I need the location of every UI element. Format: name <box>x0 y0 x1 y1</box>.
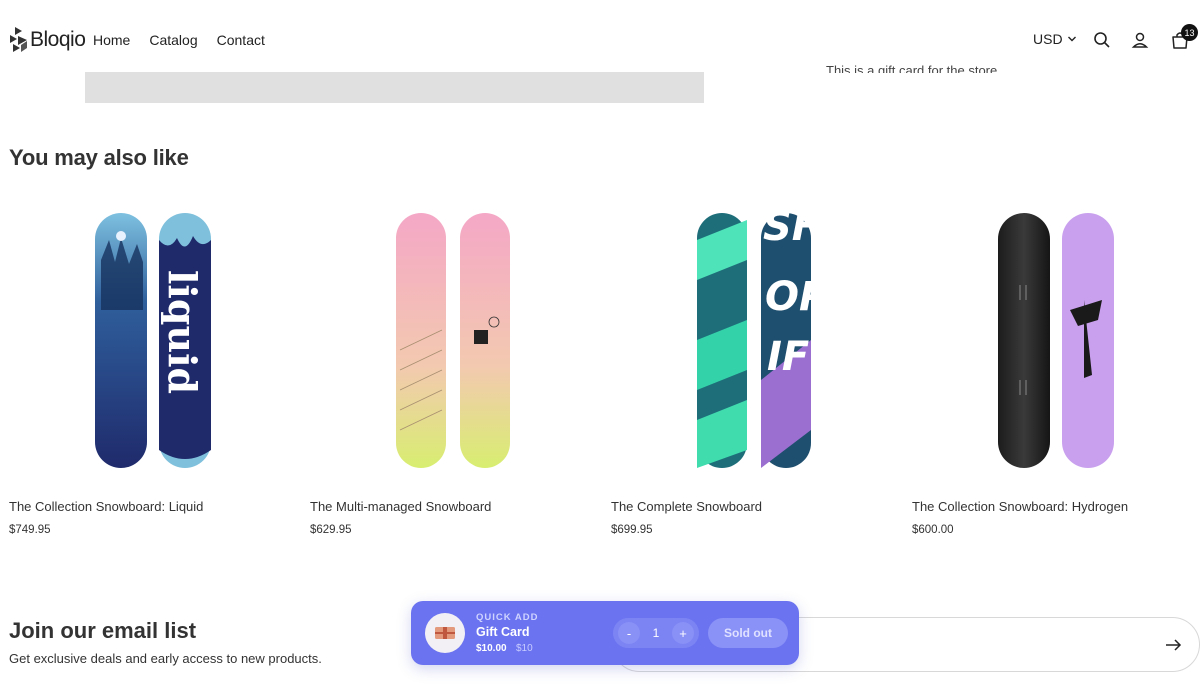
newsletter-title: Join our email list <box>9 618 197 643</box>
product-title[interactable]: The Collection Snowboard: Liquid <box>9 499 203 514</box>
product-title[interactable]: The Multi-managed Snowboard <box>310 499 491 514</box>
quick-add-price: $10.00 <box>476 643 507 654</box>
product-card[interactable]: The Multi-managed Snowboard $629.95 <box>310 200 600 536</box>
gift-card-icon <box>435 627 455 639</box>
currency-selector[interactable]: USD <box>1033 31 1077 47</box>
currency-label: USD <box>1033 31 1063 47</box>
quick-add-bar: QUICK ADD Gift Card $10.00 $10 - 1 + Sol… <box>411 601 799 665</box>
quick-add-thumbnail <box>425 613 465 653</box>
brand-name: Bloqio <box>30 27 86 51</box>
product-price: $699.95 <box>611 524 653 536</box>
svg-text:SH: SH <box>763 204 825 250</box>
quick-add-label: QUICK ADD <box>476 612 539 623</box>
account-icon[interactable] <box>1130 30 1150 50</box>
nav-home[interactable]: Home <box>93 32 130 48</box>
arrow-right-icon[interactable] <box>1163 635 1183 655</box>
product-price: $749.95 <box>9 524 51 536</box>
increase-quantity-button[interactable]: + <box>669 618 697 648</box>
product-card[interactable]: The Collection Snowboard: Hydrogen $600.… <box>912 200 1200 536</box>
product-image-multi-managed <box>396 213 510 468</box>
product-price: $629.95 <box>310 524 352 536</box>
quick-add-product-name: Gift Card <box>476 625 530 639</box>
product-title[interactable]: The Collection Snowboard: Hydrogen <box>912 499 1128 514</box>
quantity-stepper: - 1 + <box>613 618 699 648</box>
quantity-value[interactable]: 1 <box>641 618 671 648</box>
svg-text:liquid: liquid <box>160 270 205 394</box>
product-card[interactable]: SH OP IF The Complete Snowboard $699.95 <box>611 200 901 536</box>
product-image-complete: SH OP IF <box>697 204 828 468</box>
decrease-quantity-button[interactable]: - <box>615 618 643 648</box>
chevron-down-icon <box>1067 36 1076 42</box>
nav-contact[interactable]: Contact <box>217 32 265 48</box>
svg-text:OP: OP <box>765 274 828 320</box>
svg-text:IF: IF <box>767 334 809 380</box>
product-title[interactable]: The Complete Snowboard <box>611 499 762 514</box>
related-products-title: You may also like <box>9 145 189 170</box>
image-placeholder <box>85 72 704 103</box>
logo[interactable]: Bloqio <box>9 26 86 53</box>
cart-count-badge: 13 <box>1181 24 1198 41</box>
site-header: Bloqio Home Catalog Contact USD 13 <box>0 0 1200 80</box>
search-icon[interactable] <box>1092 30 1112 50</box>
quick-add-compare-price: $10 <box>516 643 533 654</box>
sold-out-button[interactable]: Sold out <box>708 618 788 648</box>
main-nav: Home Catalog Contact <box>93 32 265 48</box>
product-image-hydrogen <box>998 213 1114 468</box>
nav-catalog[interactable]: Catalog <box>149 32 197 48</box>
product-price: $600.00 <box>912 524 954 536</box>
product-description: This is a gift card for the store <box>826 63 998 73</box>
product-card[interactable]: liquid The Collection Snowboard: Liquid … <box>9 200 299 536</box>
logo-mark-icon <box>10 27 27 52</box>
newsletter-subtitle: Get exclusive deals and early access to … <box>9 651 322 666</box>
product-image-liquid: liquid <box>95 213 211 468</box>
